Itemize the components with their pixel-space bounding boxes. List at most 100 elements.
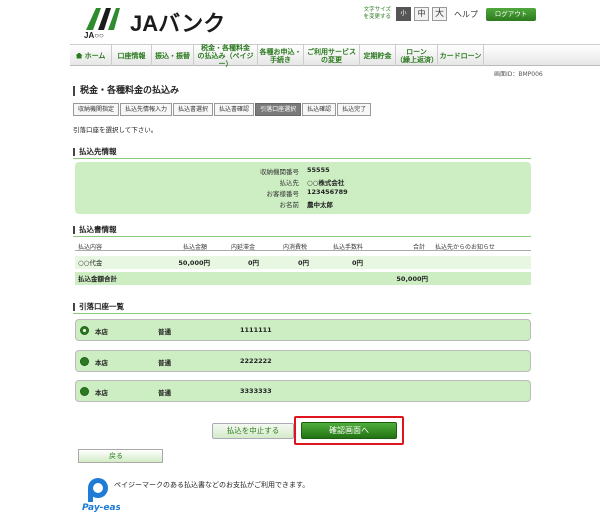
account-number: 2222222 (240, 357, 272, 365)
payment-section-heading: 払込書情報 (73, 226, 531, 234)
nav-item-home[interactable]: ホーム (70, 45, 112, 66)
step-indicator: 収納機関指定 払込先情報入力 払込書選択 払込書確認 引落口座選択 払込確認 払… (73, 103, 372, 116)
screen-id: 画面ID：BMP006 (494, 71, 543, 78)
step-1: 収納機関指定 (73, 103, 120, 116)
nav-item-loan[interactable]: ローン （繰上返済） (396, 45, 438, 66)
step-2: 払込先情報入力 (120, 103, 173, 116)
step-5-current: 引落口座選択 (255, 103, 302, 116)
payee-row: 払込先 ○○株式会社 (75, 177, 531, 187)
account-number: 1111111 (240, 326, 272, 334)
confirm-screen-button[interactable]: 確認画面へ (301, 422, 397, 439)
nav-item-label-line2: 手続き (270, 55, 291, 64)
cell-tax: 0円 (297, 259, 309, 267)
payee-value: ○○株式会社 (307, 179, 345, 187)
logo-sub: JA○○ (84, 31, 104, 40)
account-branch: 本店 (95, 389, 108, 397)
logo-text: JAバンク (130, 11, 226, 36)
section-divider (73, 158, 531, 159)
payee-value: 農中太郎 (307, 201, 333, 209)
page-title: 税金・各種料金の払込み (73, 86, 179, 96)
payee-value: 123456789 (307, 188, 348, 196)
total-label: 払込金額合計 (78, 275, 117, 283)
ja-logo-icon (86, 8, 120, 30)
total-value: 50,000円 (396, 275, 428, 283)
cell-amount: 50,000円 (178, 259, 210, 267)
font-size-large-button[interactable]: 大 (432, 7, 447, 21)
nav-item-label: 定期貯金 (363, 51, 392, 60)
radio-button-selected[interactable] (80, 326, 89, 335)
step-6: 払込確認 (302, 103, 337, 116)
payeasy-logo-text: Pay-easy (82, 503, 120, 512)
accounts-section-heading: 引落口座一覧 (73, 303, 531, 311)
nav-item-card-loan[interactable]: カードローン (438, 45, 484, 66)
nav-item-label-line1: 各種お申込・ (259, 47, 302, 56)
radio-button[interactable] (80, 387, 89, 396)
nav-item-label-line1: 税金・各種料金 (201, 43, 250, 52)
account-branch: 本店 (95, 359, 108, 367)
font-size-medium-button[interactable]: 中 (414, 7, 429, 21)
nav-item-label-line2: の変更 (321, 55, 342, 64)
help-link[interactable]: ヘルプ (454, 9, 478, 20)
nav-item-account-info[interactable]: 口座情報 (112, 45, 152, 66)
nav-item-label: 振込・振替 (155, 51, 190, 60)
step-4: 払込書確認 (214, 103, 255, 116)
cell-content: ○○代金 (78, 259, 103, 267)
cell-late-fee: 0円 (247, 259, 259, 267)
back-button[interactable]: 戻る (78, 449, 163, 463)
column-header: 内消費税 (283, 244, 308, 251)
nav-item-label: 口座情報 (117, 51, 146, 60)
cell-fee: 0円 (351, 259, 363, 267)
account-option-2[interactable]: 本店 普通 2222222 (75, 350, 531, 372)
payee-label: お名前 (279, 201, 300, 209)
payment-table-header: 払込内容 払込金額 内延滞金 内消費税 払込手数料 合計 払込先からのお知らせ (75, 241, 531, 251)
nav-item-label: ホーム (84, 51, 106, 60)
payee-label: 収納機関番号 (260, 168, 299, 176)
account-option-1[interactable]: 本店 普通 1111111 (75, 319, 531, 341)
account-branch: 本店 (95, 328, 108, 336)
logout-button[interactable]: ログアウト (486, 8, 536, 21)
account-type: 普通 (158, 359, 171, 367)
account-option-3[interactable]: 本店 普通 3333333 (75, 380, 531, 402)
column-header: 払込金額 (183, 244, 208, 251)
table-total-row: 払込金額合計 50,000円 (75, 272, 531, 285)
main-nav: ホーム 口座情報 振込・振替 税金・各種料金 の払込み（ペイジー） 各種お申込・… (70, 43, 600, 68)
home-icon (75, 52, 83, 59)
font-size-small-button[interactable]: 小 (396, 7, 411, 21)
account-type: 普通 (158, 389, 171, 397)
header: JAバンク JA○○ 文字サイズを変更する 小 中 大 ヘルプ ログアウト (0, 0, 600, 44)
nav-item-label-line1: ローン (406, 47, 427, 56)
payee-row: お名前 農中太郎 (75, 199, 531, 209)
account-type: 普通 (158, 328, 171, 336)
step-3: 払込書選択 (173, 103, 214, 116)
column-header: 合計 (413, 244, 426, 251)
section-divider (73, 236, 531, 237)
payee-row: お客様番号 123456789 (75, 188, 531, 198)
nav-item-label-line1: ご利用サービス (307, 47, 356, 56)
font-size-label: 文字サイズを変更する (363, 7, 391, 20)
column-header: 内延滞金 (231, 244, 256, 251)
nav-item-transfer[interactable]: 振込・振替 (152, 45, 194, 66)
payee-row: 収納機関番号 55555 (75, 166, 531, 176)
cancel-payment-button[interactable]: 払込を中止する (212, 423, 294, 439)
column-header: 払込先からのお知らせ (435, 244, 495, 251)
payee-info-box: 収納機関番号 55555 払込先 ○○株式会社 お客様番号 123456789 … (75, 162, 531, 214)
nav-item-service-change[interactable]: ご利用サービス の変更 (304, 45, 360, 66)
payee-section-heading: 払込先情報 (73, 148, 531, 156)
payee-label: 払込先 (279, 179, 300, 187)
payeasy-logo-icon: Pay-easy (82, 478, 120, 512)
payeasy-description: ペイジーマークのある払込書などのお支払がご利用できます。 (114, 481, 310, 489)
nav-item-label: カードローン (439, 51, 482, 60)
column-header: 払込内容 (78, 244, 103, 251)
nav-item-label-line2: の払込み（ペイジー） (197, 51, 254, 68)
payee-label: お客様番号 (266, 190, 300, 198)
nav-item-time-deposit[interactable]: 定期貯金 (360, 45, 396, 66)
nav-item-applications[interactable]: 各種お申込・ 手続き (258, 45, 304, 66)
nav-item-payeasy[interactable]: 税金・各種料金 の払込み（ペイジー） (194, 43, 258, 68)
table-row: ○○代金 50,000円 0円 0円 0円 (75, 256, 531, 269)
instruction-text: 引落口座を選択して下さい。 (73, 126, 158, 134)
column-header: 払込手数料 (333, 244, 364, 251)
account-number: 3333333 (240, 387, 272, 395)
radio-button[interactable] (80, 357, 89, 366)
payee-value: 55555 (307, 166, 330, 174)
step-7: 払込完了 (337, 103, 372, 116)
